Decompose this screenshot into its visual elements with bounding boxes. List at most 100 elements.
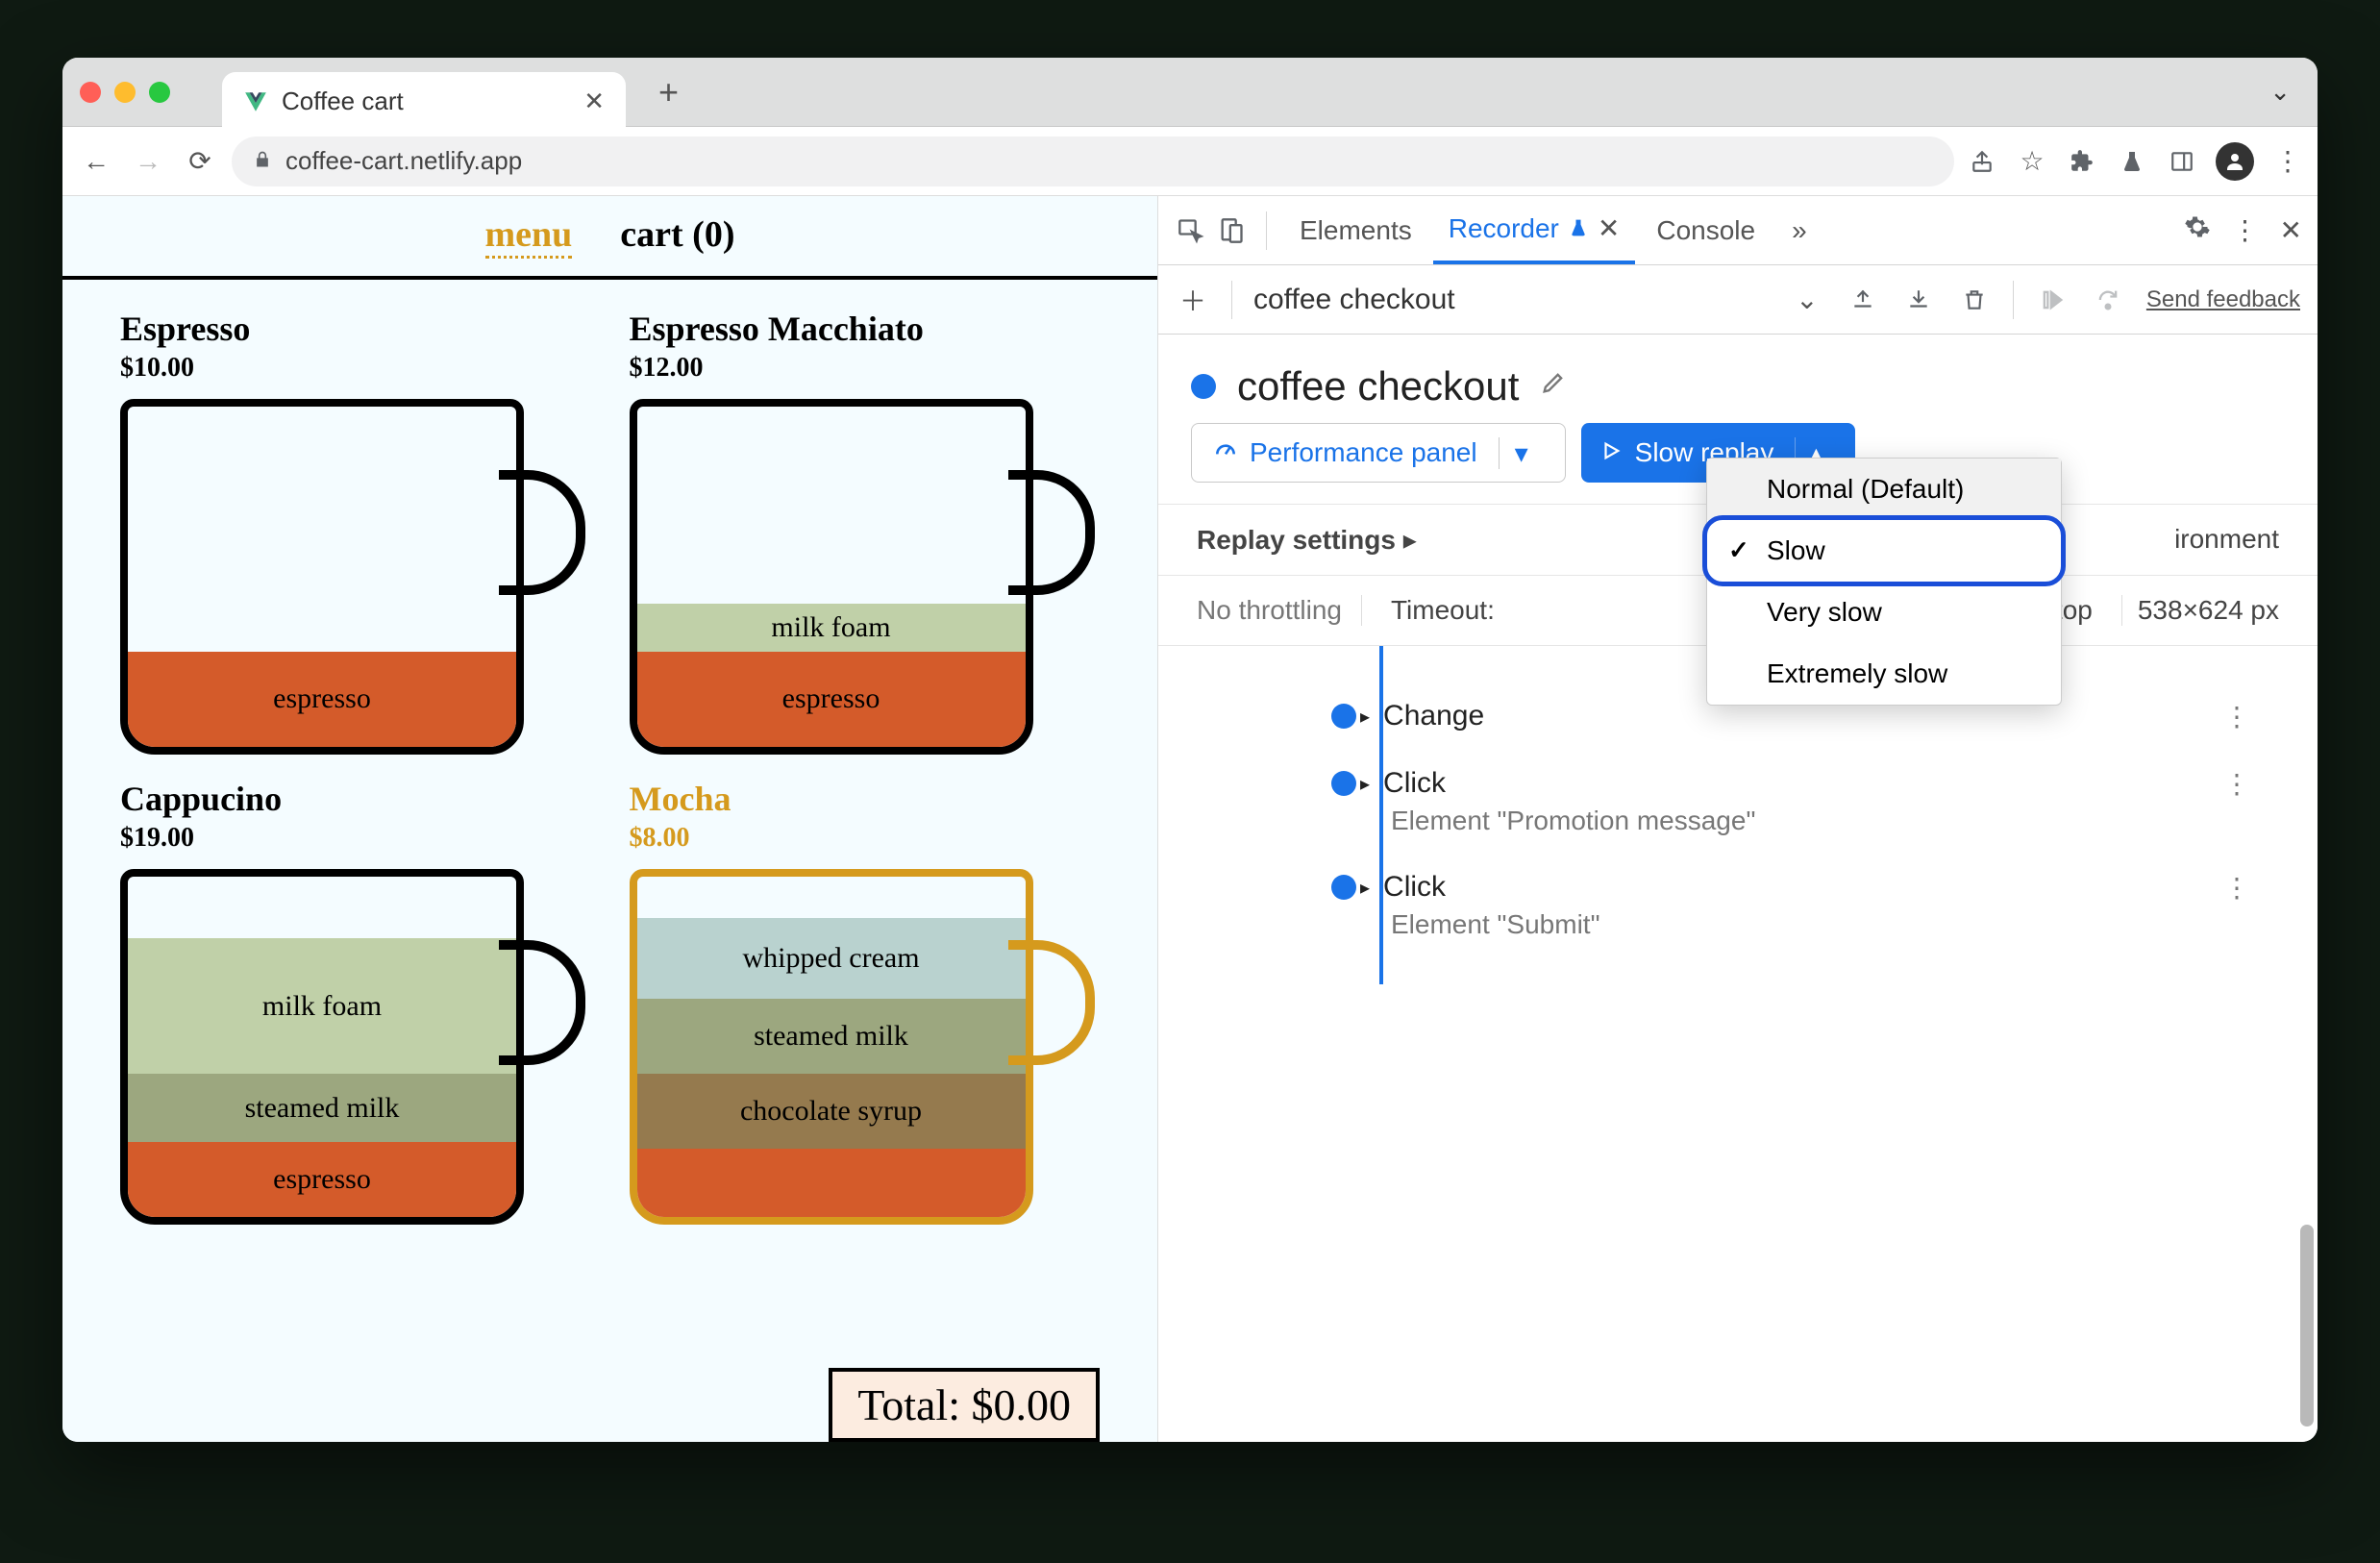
maximize-window-button[interactable] xyxy=(149,82,170,103)
settings-gear-icon[interactable] xyxy=(2184,213,2211,247)
browser-tab[interactable]: Coffee cart ✕ xyxy=(222,72,626,132)
play-icon xyxy=(1600,437,1622,468)
performance-dropdown-icon[interactable]: ▾ xyxy=(1499,437,1544,469)
cup-graphic: espresso xyxy=(120,399,524,755)
cup-handle xyxy=(499,470,585,595)
total-badge[interactable]: Total: $0.00 xyxy=(829,1368,1100,1442)
step-dot-icon xyxy=(1331,704,1356,729)
speedometer-icon xyxy=(1213,437,1238,469)
bookmark-star-icon[interactable]: ☆ xyxy=(2016,145,2048,178)
address-bar[interactable]: coffee-cart.netlify.app xyxy=(232,136,1954,186)
product-card[interactable]: Espresso $10.00 espresso xyxy=(120,309,591,759)
tab-overflow-icon[interactable]: ⌄ xyxy=(2269,77,2291,107)
replay-option-normal[interactable]: Normal (Default) xyxy=(1707,459,2061,520)
step-menu-icon[interactable]: ⋮ xyxy=(2223,701,2269,732)
throttling-value[interactable]: No throttling xyxy=(1197,595,1362,626)
expand-caret-icon[interactable]: ▸ xyxy=(1360,705,1370,729)
flow-select[interactable]: coffee checkout xyxy=(1253,284,1769,316)
product-card[interactable]: Cappucino$19.00milk foamsteamed milkespr… xyxy=(120,779,591,1229)
replay-option-very-slow[interactable]: Very slow xyxy=(1707,582,2061,643)
replay-option-slow[interactable]: Slow xyxy=(1707,520,2061,582)
tab-recorder[interactable]: Recorder ✕ xyxy=(1433,196,1636,264)
back-button[interactable]: ← xyxy=(76,141,116,182)
import-icon[interactable] xyxy=(1901,283,1936,317)
browser-menu-icon[interactable]: ⋮ xyxy=(2271,145,2304,178)
replay-option-extremely-slow[interactable]: Extremely slow xyxy=(1707,643,2061,705)
coffee-cart-page: menu cart (0) Espresso$10.00espressoEspr… xyxy=(62,196,1158,1442)
expand-caret-icon[interactable]: ▸ xyxy=(1360,772,1370,796)
edit-pencil-icon[interactable] xyxy=(1540,369,1567,404)
expand-caret-icon[interactable]: ▸ xyxy=(1360,876,1370,900)
tab-elements[interactable]: Elements xyxy=(1284,196,1427,264)
continue-icon[interactable] xyxy=(2035,283,2070,317)
chevron-down-icon[interactable]: ⌄ xyxy=(1790,283,1824,317)
step-title: Change xyxy=(1383,700,1484,732)
recording-header: coffee checkout xyxy=(1158,335,2318,423)
cup-layer: chocolate syrup xyxy=(637,1074,1026,1149)
product-title: Mocha xyxy=(630,779,1101,819)
recording-title: coffee checkout xyxy=(1237,363,1519,409)
step-title: Click xyxy=(1383,871,1446,904)
cup-layer: whipped cream xyxy=(637,918,1026,1000)
step-menu-icon[interactable]: ⋮ xyxy=(2223,768,2269,800)
replay-settings-heading[interactable]: Replay settings xyxy=(1197,525,1396,555)
step-dot-icon xyxy=(1331,875,1356,900)
timeout-label: Timeout: xyxy=(1391,595,1495,626)
cup-layer xyxy=(637,1149,1026,1217)
close-window-button[interactable] xyxy=(80,82,101,103)
browser-titlebar: Coffee cart ✕ + ⌄ xyxy=(62,58,2318,127)
minimize-window-button[interactable] xyxy=(114,82,136,103)
product-card[interactable]: Mocha$8.00whipped creamsteamed milkchoco… xyxy=(630,779,1101,1229)
recording-indicator-icon xyxy=(1191,374,1216,399)
close-panel-icon[interactable]: ✕ xyxy=(1598,212,1620,244)
product-title: Espresso xyxy=(120,309,591,349)
close-tab-icon[interactable]: ✕ xyxy=(583,87,605,116)
step-icon[interactable] xyxy=(2091,283,2125,317)
close-devtools-icon[interactable]: ✕ xyxy=(2280,214,2302,246)
toolbar-right-icons: ☆ ⋮ xyxy=(1966,142,2304,181)
cup-graphic: milk foamsteamed milkespresso xyxy=(120,869,524,1225)
timeline-step[interactable]: ▸Click⋮Element "Submit" xyxy=(1360,871,2269,940)
device-toolbar-icon[interactable] xyxy=(1214,213,1249,248)
product-price: $12.00 xyxy=(630,353,1101,384)
share-icon[interactable] xyxy=(1966,145,1998,178)
reload-button[interactable]: ⟳ xyxy=(180,141,220,182)
labs-flask-icon[interactable] xyxy=(2116,145,2148,178)
recorder-toolbar: ＋ coffee checkout ⌄ xyxy=(1158,265,2318,335)
vertical-scrollbar[interactable] xyxy=(2300,1225,2314,1427)
inspect-element-icon[interactable] xyxy=(1174,213,1208,248)
vue-favicon-icon xyxy=(243,89,268,114)
cup-handle xyxy=(1008,940,1095,1065)
product-price: $10.00 xyxy=(120,353,591,384)
flask-icon xyxy=(1569,213,1588,244)
product-price: $8.00 xyxy=(630,823,1101,854)
export-icon[interactable] xyxy=(1846,283,1880,317)
nav-cart-link[interactable]: cart (0) xyxy=(620,213,734,259)
product-card[interactable]: Espresso Macchiato$12.00milk foamespress… xyxy=(630,309,1101,759)
timeline-step[interactable]: ▸Click⋮Element "Promotion message" xyxy=(1360,767,2269,836)
replay-speed-dropdown: Normal (Default) Slow Very slow Extremel… xyxy=(1706,458,2062,706)
delete-trash-icon[interactable] xyxy=(1957,283,1992,317)
cup-layer: steamed milk xyxy=(128,1074,516,1142)
nav-menu-link[interactable]: menu xyxy=(485,213,573,259)
side-panel-icon[interactable] xyxy=(2166,145,2198,178)
step-menu-icon[interactable]: ⋮ xyxy=(2223,872,2269,904)
tab-overflow-icon[interactable]: » xyxy=(1776,196,1822,264)
new-recording-icon[interactable]: ＋ xyxy=(1176,283,1210,317)
devtools-menu-icon[interactable]: ⋮ xyxy=(2232,214,2259,246)
environment-label-tail: ironment xyxy=(2174,524,2279,556)
cup-graphic: milk foamespresso xyxy=(630,399,1033,755)
forward-button[interactable]: → xyxy=(128,141,168,182)
lock-icon xyxy=(253,146,272,176)
product-title: Cappucino xyxy=(120,779,591,819)
extensions-puzzle-icon[interactable] xyxy=(2066,145,2098,178)
send-feedback-link[interactable]: Send feedback xyxy=(2146,286,2300,313)
page-nav: menu cart (0) xyxy=(62,196,1157,280)
new-tab-button[interactable]: + xyxy=(658,72,679,112)
browser-toolbar: ← → ⟳ coffee-cart.netlify.app ☆ xyxy=(62,127,2318,196)
cup-layer: espresso xyxy=(128,1142,516,1217)
tab-console[interactable]: Console xyxy=(1641,196,1771,264)
performance-panel-button[interactable]: Performance panel ▾ xyxy=(1191,423,1566,483)
step-dot-icon xyxy=(1331,771,1356,796)
profile-avatar-icon[interactable] xyxy=(2216,142,2254,181)
